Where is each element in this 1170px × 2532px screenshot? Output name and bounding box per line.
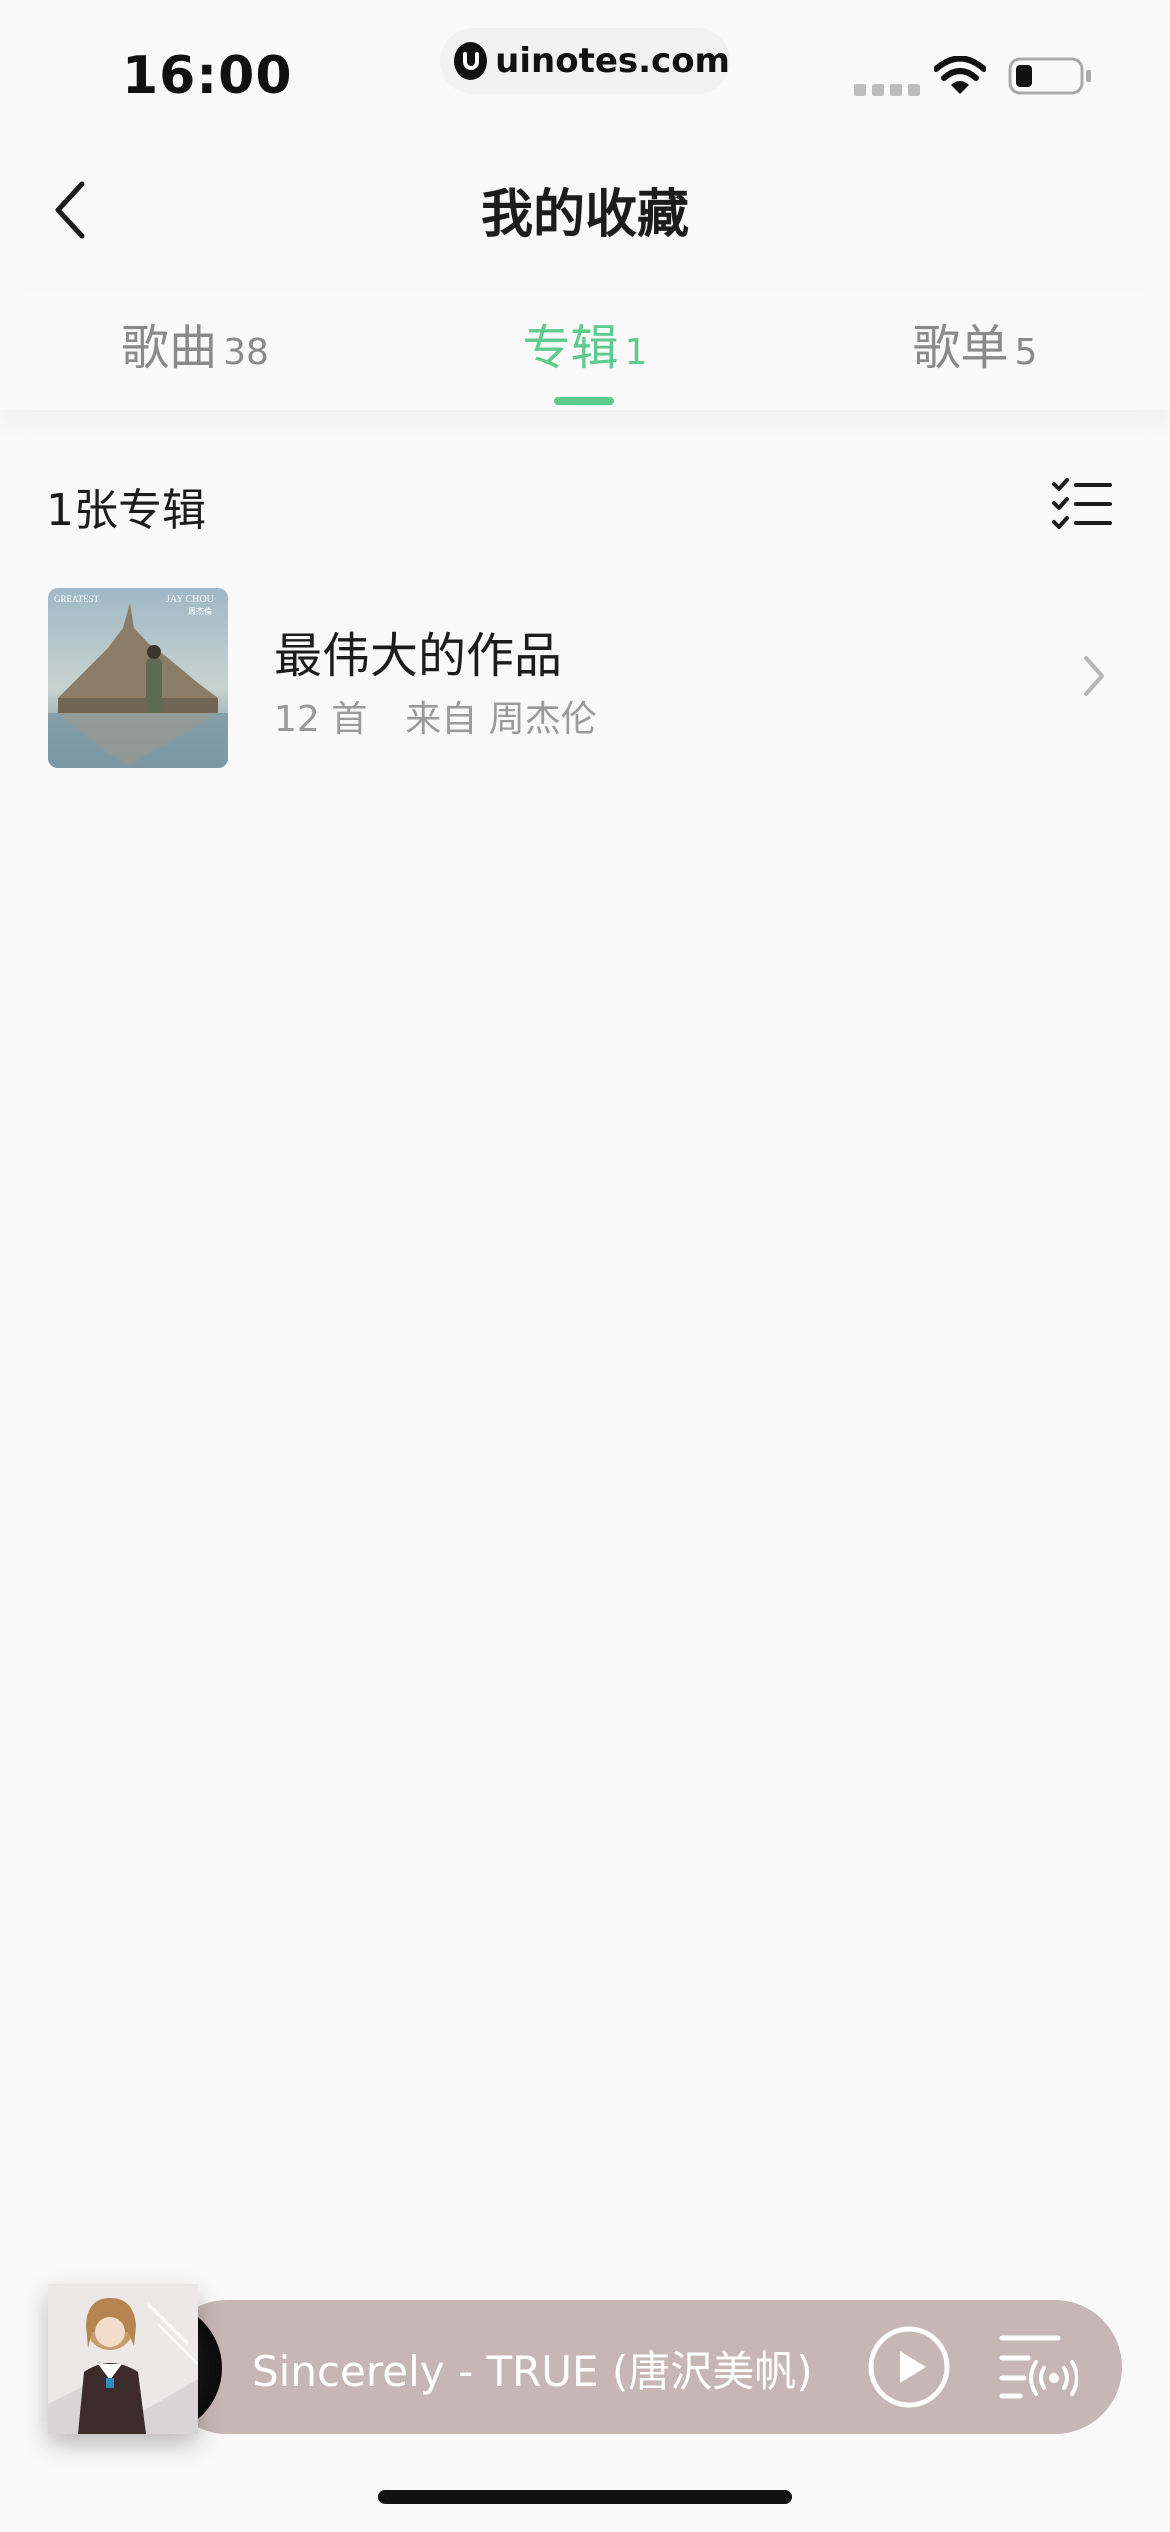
tab-playlists[interactable]: 歌单 5 (840, 308, 1110, 398)
tab-label: 歌单 (912, 320, 1009, 376)
play-icon (868, 2326, 950, 2408)
album-cover-text-left: GREATEST (54, 594, 100, 604)
album-list-item[interactable]: GREATEST JAY CHOU 周杰倫 最伟大的作品 12 首 来自 周杰伦 (0, 580, 1170, 780)
playlist-button[interactable] (998, 2330, 1079, 2404)
album-cover-text-sub: 周杰倫 (188, 606, 212, 616)
status-time: 16:00 (122, 46, 293, 106)
tab-label: 专辑 (522, 320, 619, 376)
navigation-header: 我的收藏 (0, 140, 1170, 270)
battery-icon (1008, 57, 1091, 95)
wifi-icon (934, 56, 986, 94)
tab-count: 38 (223, 332, 269, 373)
multiselect-button[interactable] (1050, 476, 1114, 532)
page-title: 我的收藏 (480, 185, 689, 245)
url-pill[interactable]: uinotes.com (440, 28, 730, 94)
cellular-signal-icon (854, 84, 920, 96)
checklist-icon (1052, 478, 1112, 529)
album-count-label: 1张专辑 (46, 485, 206, 536)
url-text: uinotes.com (495, 41, 730, 81)
album-cover-text-right: JAY CHOU (166, 594, 215, 605)
now-playing-cover[interactable] (48, 2284, 198, 2434)
uinotes-logo-icon (454, 42, 488, 80)
album-track-count: 12 首 (274, 699, 368, 740)
play-button[interactable] (866, 2324, 952, 2410)
album-meta: 12 首 来自 周杰伦 (274, 690, 597, 742)
tab-songs[interactable]: 歌曲 38 (60, 308, 330, 398)
tab-label: 歌曲 (121, 320, 218, 376)
album-cover: GREATEST JAY CHOU 周杰倫 (48, 588, 228, 768)
now-playing-title: Sincerely - TRUE (唐沢美帆) (252, 2347, 813, 2396)
album-source: 来自 周杰伦 (405, 699, 597, 740)
playlist-icon (999, 2335, 1079, 2399)
tab-count: 1 (624, 332, 648, 373)
tab-albums[interactable]: 专辑 1 (450, 308, 720, 398)
chevron-right-icon (1084, 656, 1104, 696)
status-bar: 16:00 uinotes.com (0, 0, 1170, 140)
tab-bar: 歌曲 38 专辑 1 歌单 5 (0, 290, 1170, 410)
active-tab-indicator (554, 397, 614, 405)
list-header: 1张专辑 (0, 470, 1170, 540)
home-indicator[interactable] (378, 2490, 792, 2504)
tab-count: 5 (1014, 332, 1038, 373)
album-title: 最伟大的作品 (274, 628, 563, 684)
